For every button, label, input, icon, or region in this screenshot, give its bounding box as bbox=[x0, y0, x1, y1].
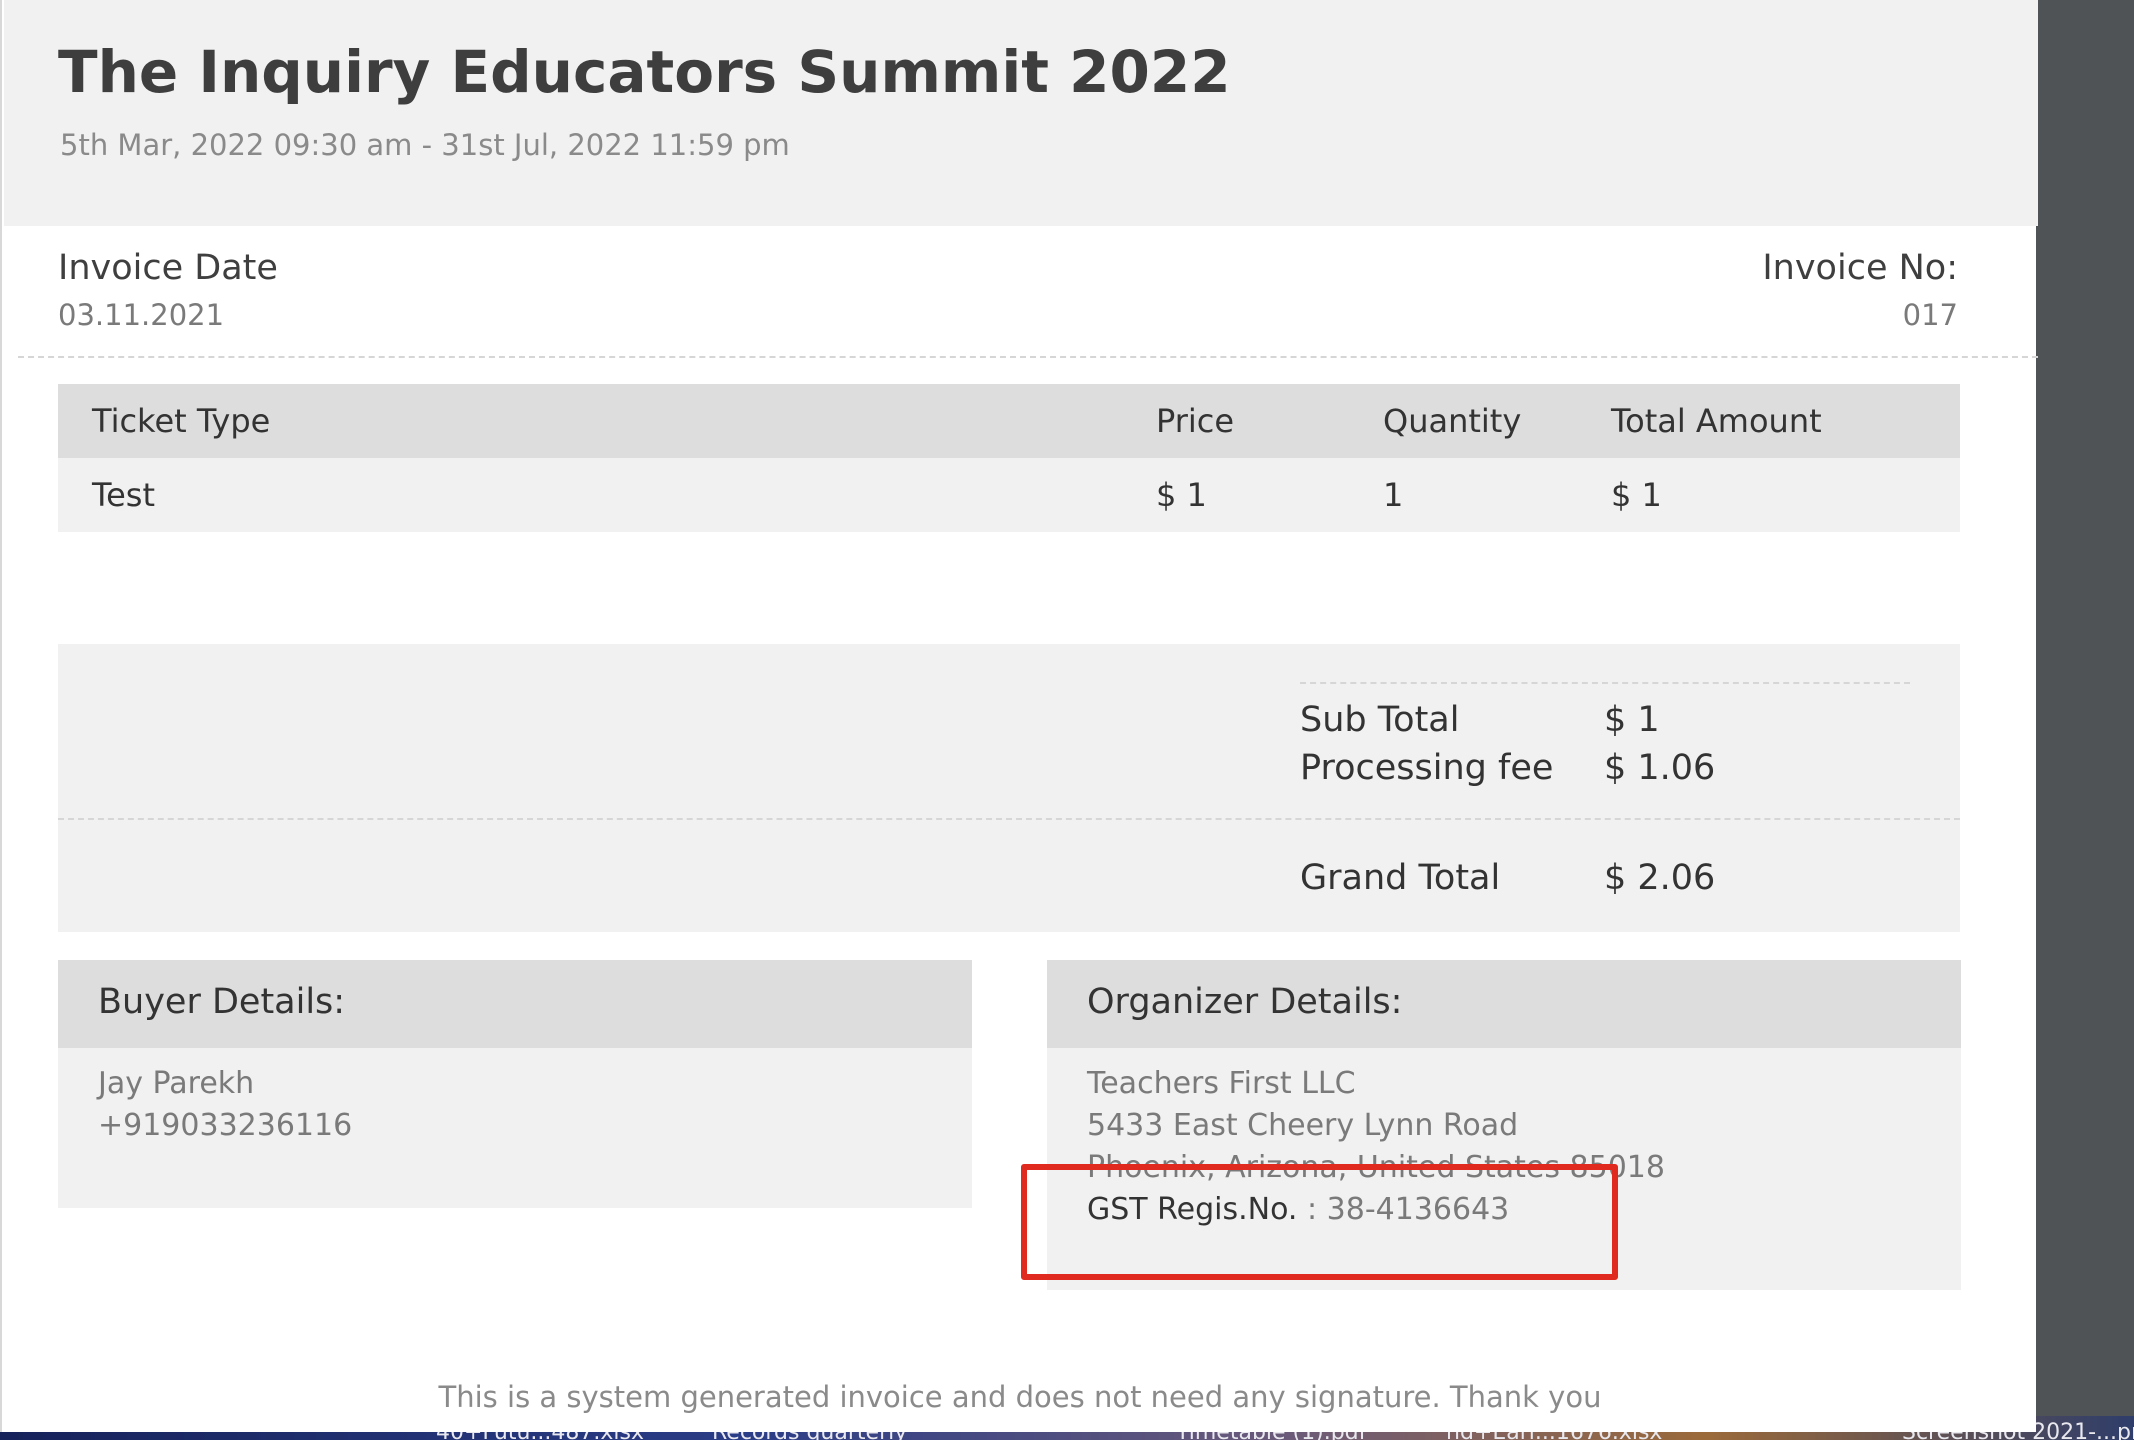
invoice-date-label: Invoice Date bbox=[58, 248, 278, 288]
column-header-ticket-type: Ticket Type bbox=[92, 402, 271, 440]
invoice-document: The Inquiry Educators Summit 2022 5th Ma… bbox=[0, 0, 2038, 1432]
buyer-details-title: Buyer Details: bbox=[98, 982, 346, 1022]
dashed-divider bbox=[18, 356, 2038, 358]
event-title: The Inquiry Educators Summit 2022 bbox=[58, 38, 1231, 106]
total-amount-cell: $ 1 bbox=[1611, 476, 1662, 514]
quantity-cell: 1 bbox=[1383, 476, 1404, 514]
buyer-details-header: Buyer Details: bbox=[58, 960, 972, 1048]
subtotal-value: $ 1 bbox=[1604, 700, 1660, 740]
event-dates: 5th Mar, 2022 09:30 am - 31st Jul, 2022 … bbox=[60, 128, 790, 162]
invoice-date-value: 03.11.2021 bbox=[58, 298, 225, 332]
invoice-header: The Inquiry Educators Summit 2022 5th Ma… bbox=[4, 0, 2038, 226]
gst-highlight-annotation bbox=[1021, 1164, 1618, 1280]
price-cell: $ 1 bbox=[1156, 476, 1207, 514]
organizer-details-header: Organizer Details: bbox=[1047, 960, 1961, 1048]
subtotal-label: Sub Total bbox=[1300, 700, 1460, 740]
column-header-total-amount: Total Amount bbox=[1611, 402, 1822, 440]
column-header-price: Price bbox=[1156, 402, 1235, 440]
organizer-details-title: Organizer Details: bbox=[1087, 982, 1403, 1022]
buyer-details-card: Buyer Details: Jay Parekh +919033236116 bbox=[58, 960, 972, 1208]
column-header-quantity: Quantity bbox=[1383, 402, 1522, 440]
grand-total-label: Grand Total bbox=[1300, 858, 1501, 898]
buyer-phone: +919033236116 bbox=[98, 1108, 353, 1143]
invoice-number-label: Invoice No: bbox=[1762, 248, 1958, 288]
organizer-address-line-1: 5433 East Cheery Lynn Road bbox=[1087, 1108, 1519, 1143]
dashed-divider bbox=[58, 818, 1960, 820]
table-row: Test $ 1 1 $ 1 bbox=[58, 458, 1960, 532]
organizer-company: Teachers First LLC bbox=[1087, 1066, 1356, 1101]
totals-panel: Sub Total $ 1 Processing fee $ 1.06 Gran… bbox=[58, 644, 1960, 932]
grand-total-value: $ 2.06 bbox=[1604, 858, 1716, 898]
processing-fee-label: Processing fee bbox=[1300, 748, 1554, 788]
table-header-row: Ticket Type Price Quantity Total Amount bbox=[58, 384, 1960, 458]
processing-fee-value: $ 1.06 bbox=[1604, 748, 1716, 788]
ticket-table: Ticket Type Price Quantity Total Amount … bbox=[58, 384, 1960, 532]
invoice-number-value: 017 bbox=[1902, 298, 1958, 332]
footer-note: This is a system generated invoice and d… bbox=[438, 1380, 1602, 1414]
buyer-name: Jay Parekh bbox=[98, 1066, 255, 1101]
viewer-side-panel bbox=[2036, 0, 2134, 1416]
ticket-type-cell: Test bbox=[92, 476, 156, 514]
dashed-divider bbox=[1300, 682, 1910, 684]
